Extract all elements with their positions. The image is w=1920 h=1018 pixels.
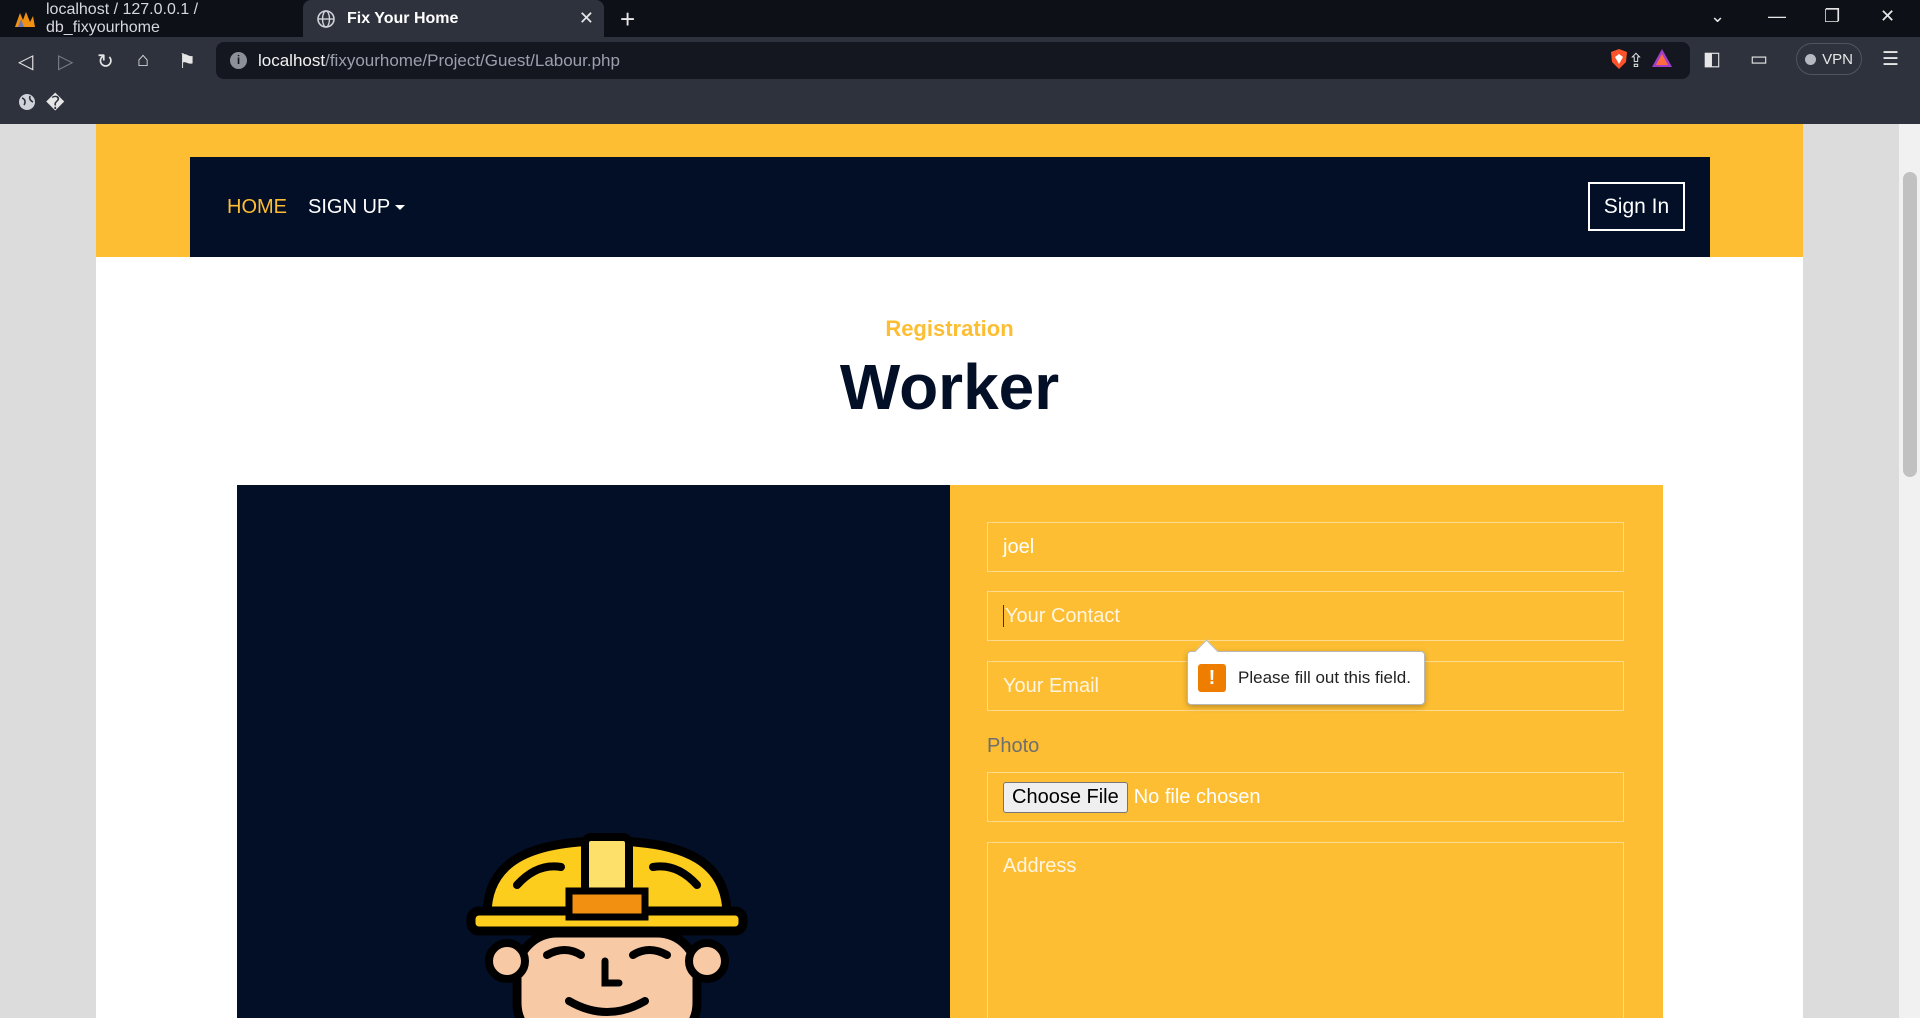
page-content: HOME SIGN UP Sign In Registration Worker… [96, 124, 1803, 1018]
bookmark-icon[interactable]: ⚑ [178, 49, 196, 74]
restore-icon[interactable]: ❐ [1824, 6, 1840, 27]
bookmarks-bar: � [0, 85, 1920, 124]
scrollbar-thumb[interactable] [1903, 172, 1917, 477]
address-textarea[interactable]: Address [987, 842, 1624, 1018]
brave-rewards-icon[interactable] [1651, 48, 1673, 74]
minimize-icon[interactable]: — [1768, 6, 1786, 27]
nav-signup-dropdown[interactable]: SIGN UP [308, 196, 406, 219]
close-tab-icon[interactable]: ✕ [579, 8, 594, 29]
validation-tooltip: ! Please fill out this field. [1187, 651, 1425, 705]
registration-form: joel Your Contact Your Email Photo Choos… [950, 485, 1663, 1018]
site-info-icon[interactable]: i [230, 52, 247, 69]
worker-illustration [466, 833, 748, 1018]
tab-phpmyadmin[interactable]: localhost / 127.0.0.1 / db_fixyourhome [0, 0, 302, 37]
validation-message: Please fill out this field. [1238, 668, 1411, 687]
contact-field[interactable]: Your Contact [987, 591, 1624, 641]
illustration-panel [237, 485, 950, 1018]
globe-bookmark-icon[interactable] [18, 93, 36, 116]
menu-icon[interactable]: ☰ [1882, 48, 1899, 71]
url-text: localhost/fixyourhome/Project/Guest/Labo… [258, 51, 620, 70]
phpmyadmin-icon [14, 8, 36, 30]
vpn-button[interactable]: VPN [1796, 43, 1862, 75]
new-tab-icon[interactable]: + [620, 4, 635, 35]
page-title: Worker [839, 351, 1060, 423]
tab-fix-your-home[interactable]: Fix Your Home ✕ [303, 0, 604, 37]
address-toolbar: ◁ ▷ ↻ ⌂ ⚑ i localhost/fixyourhome/Projec… [0, 37, 1920, 85]
tab-title: localhost / 127.0.0.1 / db_fixyourhome [46, 0, 199, 36]
share-icon[interactable]: ⇪ [1628, 50, 1644, 73]
wallet-icon[interactable]: ▭ [1750, 48, 1768, 71]
caret-down-icon [395, 205, 406, 211]
file-status: No file chosen [1133, 785, 1261, 808]
browser-tab-bar: localhost / 127.0.0.1 / db_fixyourhome F… [0, 0, 1920, 37]
url-bar[interactable]: i localhost/fixyourhome/Project/Guest/La… [216, 42, 1690, 79]
warning-icon: ! [1198, 664, 1226, 692]
nav-home-link[interactable]: HOME [227, 196, 287, 219]
sign-in-button[interactable]: Sign In [1588, 182, 1685, 231]
photo-label: Photo [987, 735, 1040, 757]
choose-file-button[interactable]: Choose File [1003, 781, 1128, 813]
reload-icon[interactable]: ↻ [97, 49, 114, 74]
brave-shield-icon[interactable] [1609, 48, 1629, 76]
sidebar-icon[interactable]: ◧ [1703, 48, 1721, 71]
site-navbar: HOME SIGN UP Sign In [190, 157, 1710, 257]
back-icon[interactable]: ◁ [18, 49, 33, 74]
photo-file-input[interactable]: Choose File No file chosen [987, 772, 1624, 822]
vpn-status-icon [1805, 53, 1817, 65]
tab-search-icon[interactable]: ⌄ [1710, 6, 1725, 27]
text-caret [1003, 605, 1004, 627]
name-field[interactable]: joel [987, 522, 1624, 572]
forward-icon[interactable]: ▷ [58, 49, 73, 74]
section-subtitle: Registration [885, 316, 1014, 341]
bookmark-item[interactable]: � [46, 93, 64, 114]
close-window-icon[interactable]: ✕ [1880, 6, 1895, 27]
home-icon[interactable]: ⌂ [137, 49, 149, 72]
tab-title: Fix Your Home [347, 9, 459, 27]
globe-icon [315, 8, 337, 30]
